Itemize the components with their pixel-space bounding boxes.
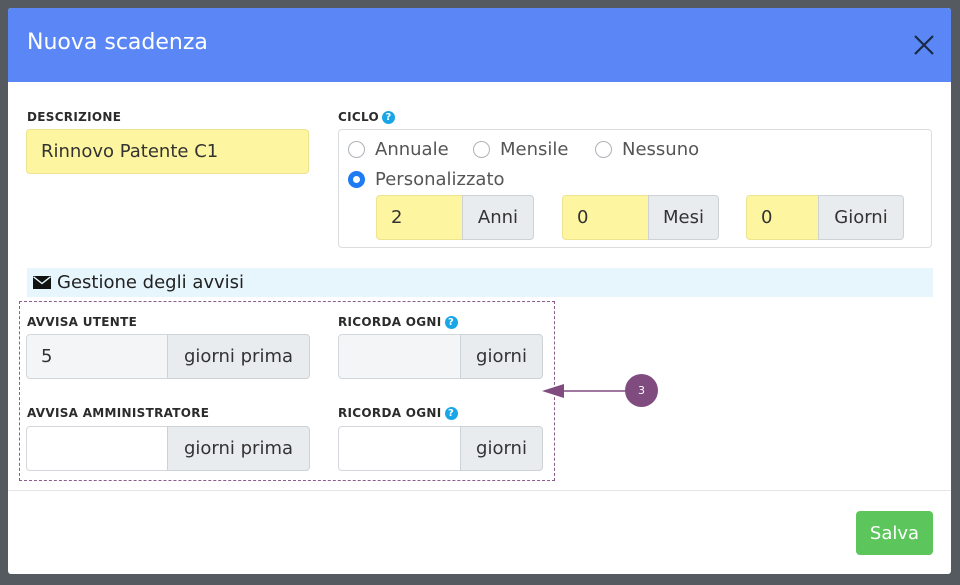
close-icon[interactable]	[911, 32, 937, 58]
ricorda-ogni-label: RICORDA OGNI?	[338, 315, 458, 329]
anni-value: 2	[391, 207, 403, 228]
radio-mensile-circle	[473, 141, 490, 158]
envelope-icon	[33, 276, 51, 289]
giorni-input[interactable]: 0	[746, 195, 819, 240]
save-button[interactable]: Salva	[856, 511, 933, 555]
ricorda-ogni-2-label: RICORDA OGNI?	[338, 406, 458, 420]
mesi-value: 0	[577, 207, 589, 228]
radio-nessuno-label: Nessuno	[622, 139, 700, 160]
mesi-input[interactable]: 0	[562, 195, 649, 240]
ciclo-label-text: CICLO	[338, 110, 379, 124]
radio-annuale[interactable]: Annuale	[348, 139, 449, 160]
new-deadline-modal: Nuova scadenza DESCRIZIONE Rinnovo Paten…	[8, 8, 951, 574]
avvisi-section-header: Gestione degli avvisi	[27, 268, 933, 297]
ricorda-ogni-2-label-text: RICORDA OGNI	[338, 406, 442, 420]
descrizione-input[interactable]: Rinnovo Patente C1	[26, 129, 309, 174]
radio-nessuno-circle	[595, 141, 612, 158]
annotation-badge: 3	[625, 374, 658, 407]
avvisa-utente-label: AVVISA UTENTE	[27, 315, 138, 329]
radio-annuale-circle	[348, 141, 365, 158]
ricorda-ogni-help-icon[interactable]: ?	[444, 316, 458, 329]
ricorda-ogni-2-help-icon[interactable]: ?	[444, 407, 458, 420]
descrizione-label: DESCRIZIONE	[27, 110, 122, 124]
ciclo-help-icon[interactable]: ?	[382, 111, 395, 124]
mesi-addon: Mesi	[648, 195, 719, 240]
radio-mensile[interactable]: Mensile	[473, 139, 568, 160]
modal-header: Nuova scadenza	[8, 8, 951, 82]
avvisa-utente-addon: giorni prima	[167, 334, 310, 379]
anni-input[interactable]: 2	[376, 195, 463, 240]
avvisa-admin-input[interactable]	[26, 426, 168, 471]
avvisa-admin-addon: giorni prima	[167, 426, 310, 471]
ricorda-ogni-label-text: RICORDA OGNI	[338, 315, 442, 329]
radio-annuale-label: Annuale	[375, 139, 449, 160]
avvisa-utente-value: 5	[41, 346, 53, 367]
ricorda-ogni-input[interactable]	[338, 334, 461, 379]
anni-addon: Anni	[462, 195, 534, 240]
ciclo-label: CICLO?	[338, 110, 395, 124]
radio-nessuno[interactable]: Nessuno	[595, 139, 699, 160]
ricorda-ogni-2-input[interactable]	[338, 426, 461, 471]
ricorda-ogni-addon: giorni	[460, 334, 543, 379]
avvisi-section-title: Gestione degli avvisi	[57, 272, 245, 293]
giorni-addon: Giorni	[818, 195, 904, 240]
descrizione-value: Rinnovo Patente C1	[41, 141, 219, 162]
giorni-value: 0	[761, 207, 773, 228]
modal-title: Nuova scadenza	[27, 30, 208, 55]
avvisa-utente-input[interactable]: 5	[26, 334, 168, 379]
radio-personalizzato-label: Personalizzato	[375, 169, 505, 190]
annotation-arrow-icon	[542, 384, 626, 398]
footer-divider	[8, 490, 951, 491]
radio-personalizzato-circle	[348, 171, 365, 188]
radio-personalizzato[interactable]: Personalizzato	[348, 169, 505, 190]
radio-mensile-label: Mensile	[500, 139, 569, 160]
ricorda-ogni-2-addon: giorni	[460, 426, 543, 471]
avvisa-admin-label: AVVISA AMMINISTRATORE	[27, 406, 210, 420]
